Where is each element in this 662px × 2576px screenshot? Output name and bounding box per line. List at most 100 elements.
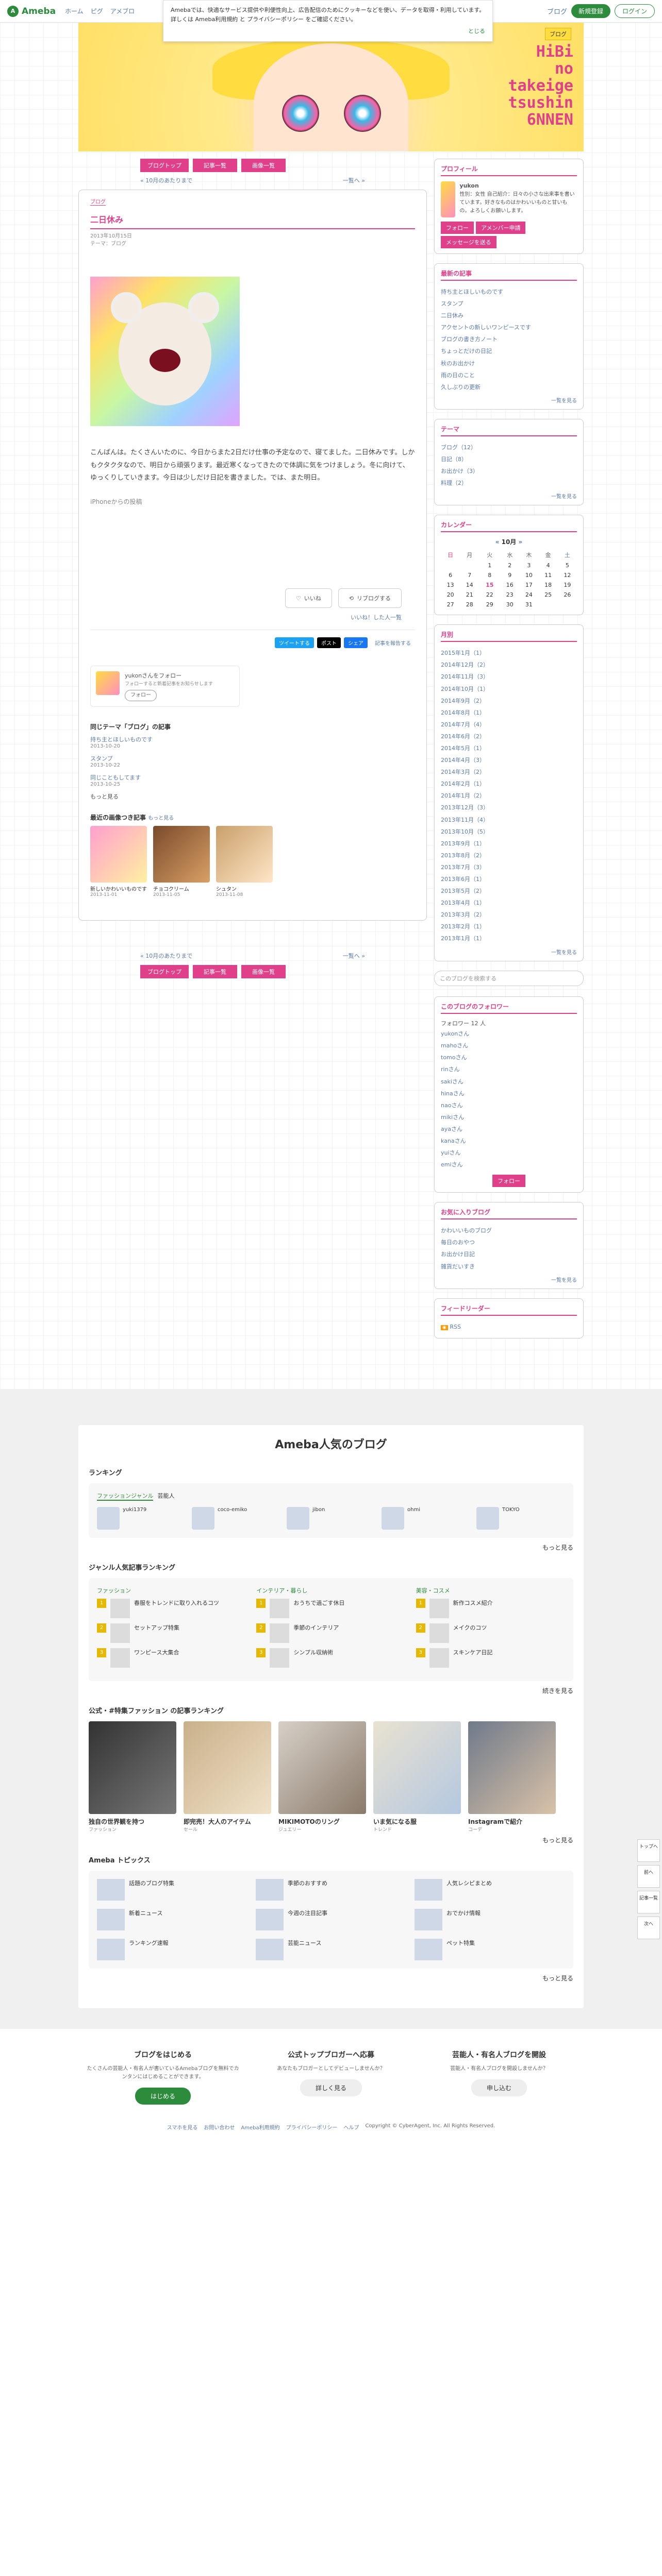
topic-item[interactable]: 季節のおすすめ [256,1878,406,1901]
like-list-link[interactable]: いいね！した人一覧 [104,613,402,621]
blog-top-button-bottom[interactable]: ブログトップ [140,964,189,978]
image-list-button-bottom[interactable]: 画像一覧 [241,964,286,978]
feature-item[interactable]: MIKIMOTOのリング ジュエリー [278,1721,366,1833]
recent-more-link[interactable]: 一覧を見る [441,396,577,404]
recent-image-item[interactable]: 新しいかわいいものです 2013-11-01 [90,825,147,897]
ranking-blog[interactable]: jibon [287,1506,374,1530]
rss-link[interactable]: RSS [450,1324,461,1330]
cookie-close-button[interactable]: とじる [171,27,485,36]
rank-item[interactable]: 1 新作コスメ紹介 [416,1598,565,1618]
followers-follow-button[interactable]: フォロー [492,1175,525,1188]
ranking-blog[interactable]: ohmi [382,1506,469,1530]
profile-name[interactable]: yukon [459,181,577,191]
tab-fashion[interactable]: ファッションジャンル [97,1492,154,1501]
ranking-blog[interactable]: yuki1379 [97,1506,185,1530]
entry-list-button-bottom[interactable]: 記事一覧 [193,964,237,978]
cal-next-button[interactable]: » [519,538,523,546]
follower-item[interactable]: emiさん [441,1159,577,1171]
blog-search-input[interactable]: このブログを検索する [434,970,584,986]
follower-item[interactable]: sakiさん [441,1076,577,1088]
archive-item[interactable]: 2013年2月（1） [441,921,577,933]
rank-item[interactable]: 3 スキンケア日記 [416,1648,565,1668]
float-prev-button[interactable]: 前へ [637,1865,660,1888]
archive-item[interactable]: 2014年10月（1） [441,683,577,695]
login-button[interactable]: ログイン [614,4,655,18]
ranking-more-link[interactable]: もっと見る [89,1543,573,1552]
follower-item[interactable]: kanaさん [441,1135,577,1147]
related-more-link[interactable]: もっと見る [90,793,119,800]
recent-image-item[interactable]: シュタン 2013-11-08 [216,825,273,897]
genre-more-link[interactable]: 続きを見る [89,1686,573,1695]
ranking-blog[interactable]: TOKYO [476,1506,564,1530]
archive-item[interactable]: 2014年11月（3） [441,671,577,683]
archive-more-link[interactable]: 一覧を見る [441,948,577,956]
tab-celebrity[interactable]: 芸能人 [157,1492,174,1501]
account-link[interactable]: ブログ [547,6,567,16]
float-list-button[interactable]: 記事一覧 [637,1891,660,1913]
archive-item[interactable]: 2013年9月（1） [441,838,577,850]
rank-item[interactable]: 1 おうちで過ごす休日 [256,1598,405,1618]
archive-item[interactable]: 2013年4月（1） [441,897,577,909]
archive-item[interactable]: 2014年2月（1） [441,778,577,790]
feature-more-link[interactable]: もっと見る [89,1836,573,1844]
theme-tag[interactable]: ブログ [90,197,106,206]
start-blog-button[interactable]: はじめる [135,2087,191,2105]
topic-item[interactable]: 芸能ニュース [256,1938,406,1960]
feature-item[interactable]: いま気になる服 トレンド [373,1721,461,1833]
signup-button[interactable]: 新規登録 [571,4,610,18]
archive-item[interactable]: 2013年5月（2） [441,885,577,897]
cal-prev-button[interactable]: « [495,538,500,546]
follower-item[interactable]: ayaさん [441,1123,577,1135]
footer-link[interactable]: ヘルプ [343,2123,359,2131]
topic-item[interactable]: ペット特集 [415,1938,565,1960]
topic-item[interactable]: ランキング速報 [97,1938,247,1960]
rank-item[interactable]: 2 セットアップ特集 [97,1623,246,1643]
ameba-logo[interactable]: A Ameba [7,5,56,17]
archive-item[interactable]: 2014年7月（4） [441,719,577,731]
rank-item[interactable]: 2 メイクのコツ [416,1623,565,1643]
feature-item[interactable]: 即完売！大人のアイテム セール [184,1721,271,1833]
archive-item[interactable]: 2014年6月（2） [441,731,577,742]
follower-item[interactable]: yuiさん [441,1147,577,1159]
reblog-button[interactable]: ⟲ リブログする [338,588,402,608]
profile-follow-button[interactable]: フォロー [441,222,474,234]
related-item[interactable]: スタンプ 2013-10-22 [90,754,415,768]
footer-link[interactable]: お問い合わせ [204,2123,235,2131]
archive-item[interactable]: 2014年9月（2） [441,695,577,707]
feature-item[interactable]: Instagramで紹介 コーデ [468,1721,556,1833]
footer-link[interactable]: プライバシーポリシー [286,2123,338,2131]
archive-item[interactable]: 2013年1月（1） [441,933,577,944]
archive-item[interactable]: 2014年8月（1） [441,707,577,719]
rank-item[interactable]: 3 ワンピース大集合 [97,1648,246,1668]
recent-image-item[interactable]: チョコクリーム 2013-11-05 [153,825,210,897]
archive-item[interactable]: 2014年5月（1） [441,742,577,754]
entry-list-button[interactable]: 記事一覧 [193,159,237,172]
float-top-button[interactable]: トップへ [637,1839,660,1862]
nav-pigg[interactable]: ピグ [91,7,103,15]
nav-home[interactable]: ホーム [65,7,84,15]
archive-item[interactable]: 2013年3月（2） [441,909,577,921]
top-blogger-button[interactable]: 詳しく見る [300,2079,362,2096]
follower-item[interactable]: mahoさん [441,1040,577,1052]
float-next-button[interactable]: 次へ [637,1917,660,1939]
follower-item[interactable]: mikiさん [441,1111,577,1123]
follow-button[interactable]: フォロー [125,690,157,702]
topic-item[interactable]: 人気レシピまとめ [415,1878,565,1901]
archive-item[interactable]: 2013年10月（5） [441,826,577,838]
like-button[interactable]: ♡ いいね [285,588,332,608]
profile-avatar[interactable] [441,181,456,217]
archive-item[interactable]: 2013年6月（1） [441,873,577,885]
footer-link[interactable]: Ameba利用規約 [241,2123,279,2131]
message-button[interactable]: メッセージを送る [441,236,496,248]
related-item[interactable]: 持ち主とほしいものです 2013-10-20 [90,735,415,749]
image-list-button[interactable]: 画像一覧 [241,159,286,172]
follower-item[interactable]: tomoさん [441,1052,577,1063]
topics-more-link[interactable]: もっと見る [89,1974,573,1982]
theme-more-link[interactable]: 一覧を見る [441,492,577,500]
topic-item[interactable]: 新着ニュース [97,1908,247,1930]
ranking-blog[interactable]: coco-emiko [192,1506,279,1530]
post-button[interactable]: ポスト [317,637,341,649]
follower-item[interactable]: hinaさん [441,1088,577,1099]
archive-item[interactable]: 2014年12月（2） [441,659,577,671]
archive-item[interactable]: 2013年8月（2） [441,850,577,861]
